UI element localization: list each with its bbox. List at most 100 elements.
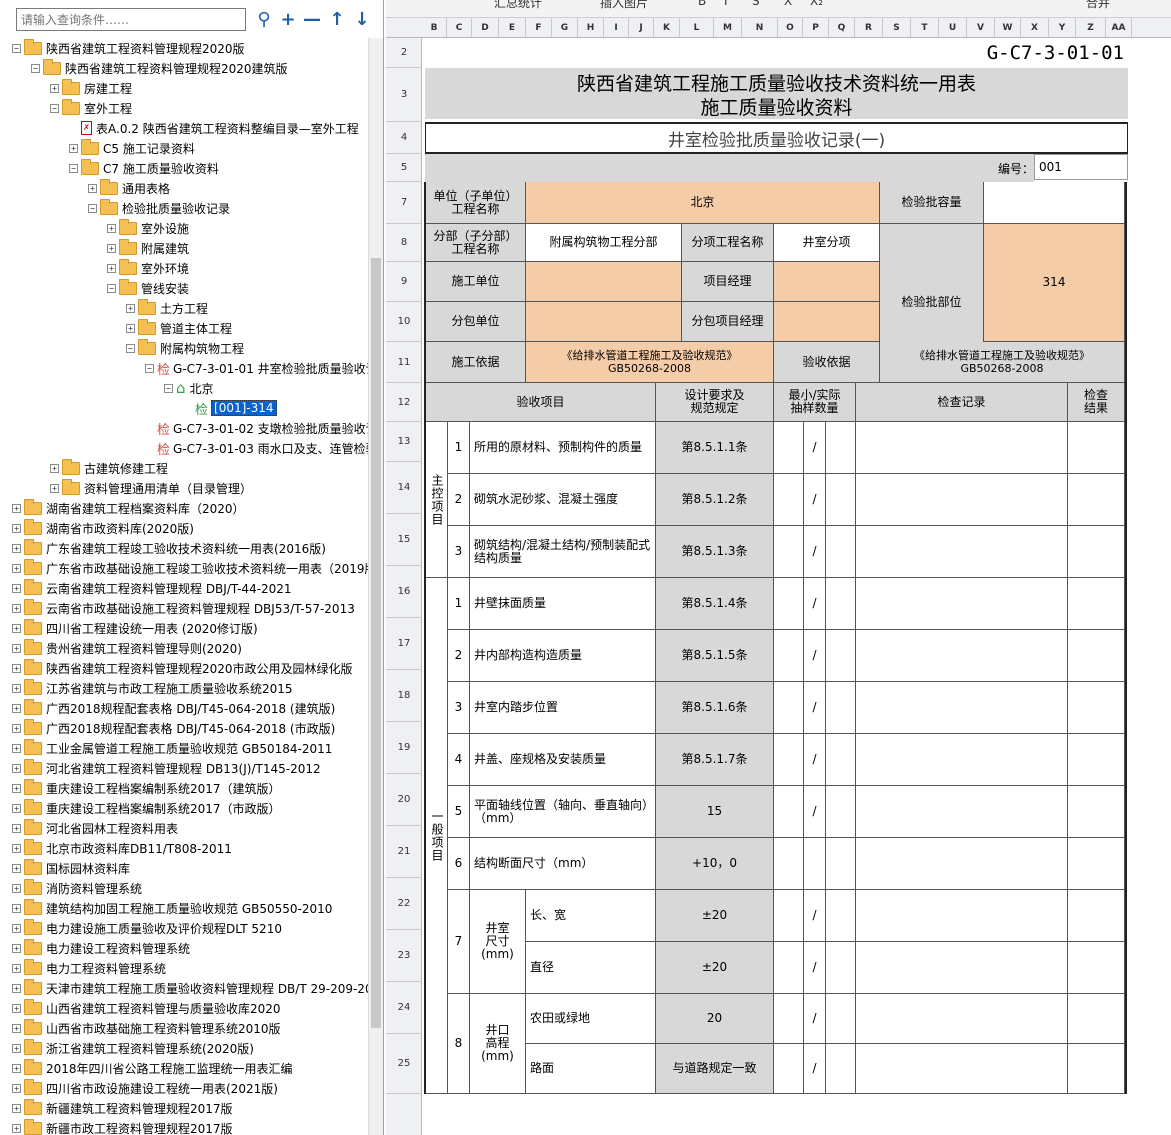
expand-icon[interactable]: + xyxy=(12,1003,21,1013)
ribbon-item[interactable]: X₂ xyxy=(810,0,823,8)
column-header[interactable]: H xyxy=(578,18,604,38)
general-item-req[interactable]: 第8.5.1.7条 xyxy=(656,734,774,786)
main-item-record[interactable] xyxy=(856,526,1068,578)
general-item-req[interactable]: 15 xyxy=(656,786,774,838)
expand-icon[interactable]: + xyxy=(12,1083,21,1093)
expand-icon[interactable]: + xyxy=(12,743,21,753)
expand-icon[interactable]: + xyxy=(50,83,59,93)
expand-icon[interactable]: + xyxy=(12,763,21,773)
general-item-result[interactable] xyxy=(1068,578,1125,630)
expand-icon[interactable]: + xyxy=(12,603,21,613)
expand-icon[interactable]: + xyxy=(107,223,116,233)
tree-item[interactable]: + 国标园林资料库 xyxy=(12,858,130,878)
general-item-sample-actual[interactable] xyxy=(826,734,856,786)
column-header[interactable]: Z xyxy=(1076,18,1106,38)
general-item-name[interactable]: 井室内踏步位置 xyxy=(470,682,656,734)
pm-label[interactable]: 项目经理 xyxy=(682,262,774,302)
general-item-record[interactable] xyxy=(856,630,1068,682)
column-header[interactable]: V xyxy=(967,18,995,38)
minus-icon[interactable]: — xyxy=(302,8,322,30)
tree-item[interactable]: − 检验批质量验收记录 xyxy=(88,198,230,218)
collapse-icon[interactable]: − xyxy=(69,163,78,173)
item7-slash[interactable]: / xyxy=(804,942,826,994)
add-icon[interactable]: + xyxy=(278,8,298,30)
expand-icon[interactable]: + xyxy=(12,843,21,853)
search-input[interactable] xyxy=(16,8,246,31)
tree-scrollbar[interactable] xyxy=(368,38,383,1135)
tree-item[interactable]: + 消防资料管理系统 xyxy=(12,878,142,898)
hdr-sample[interactable]: 最小/实际 抽样数量 xyxy=(774,383,856,422)
tree-item[interactable]: + 房建工程 xyxy=(50,78,132,98)
general-item-name[interactable]: 井壁抹面质量 xyxy=(470,578,656,630)
tree-item[interactable]: − 管线安装 xyxy=(107,278,189,298)
expand-icon[interactable]: + xyxy=(12,803,21,813)
general-item-name[interactable]: 平面轴线位置（轴向、垂直轴向）（mm） xyxy=(470,786,656,838)
general-item-sample-min[interactable] xyxy=(774,838,804,890)
row-header[interactable]: 13 xyxy=(386,422,422,462)
item8-sub-name[interactable]: 农田或绿地 xyxy=(526,994,656,1044)
ribbon-item[interactable]: 合并 xyxy=(1086,0,1110,11)
expand-icon[interactable]: + xyxy=(12,563,21,573)
tree-item[interactable]: + 管道主体工程 xyxy=(126,318,232,338)
collapse-icon[interactable]: − xyxy=(31,63,40,73)
unit-value[interactable]: 北京 xyxy=(526,182,880,224)
pm-value[interactable] xyxy=(774,262,880,302)
column-header[interactable]: S xyxy=(883,18,911,38)
item8-slash[interactable]: / xyxy=(804,994,826,1044)
expand-icon[interactable]: + xyxy=(12,903,21,913)
column-header[interactable]: J xyxy=(629,18,654,38)
general-item-no[interactable]: 6 xyxy=(448,838,470,890)
row-header[interactable]: 10 xyxy=(386,302,422,342)
expand-icon[interactable]: + xyxy=(12,883,21,893)
tree-item[interactable]: + 湖南省建筑工程档案资料库（2020） xyxy=(12,498,245,518)
main-item-name[interactable]: 砌筑水泥砂浆、混凝土强度 xyxy=(470,474,656,526)
expand-icon[interactable]: + xyxy=(12,923,21,933)
general-item-result[interactable] xyxy=(1068,734,1125,786)
row-header[interactable]: 22 xyxy=(386,878,422,930)
collapse-icon[interactable]: − xyxy=(12,43,21,53)
tree-item[interactable]: 检 G-C7-3-01-02 支墩检验批质量验收记录 xyxy=(145,418,368,438)
tree-item[interactable]: + 室外环境 xyxy=(107,258,189,278)
expand-icon[interactable]: + xyxy=(12,1063,21,1073)
tree-item[interactable]: + 广东省市政基础设施工程竣工验收技术资料统一用表（2019版） xyxy=(12,558,368,578)
row-header[interactable]: 7 xyxy=(386,182,422,224)
general-item-slash[interactable]: / xyxy=(804,734,826,786)
tree-item[interactable]: + 工业金属管道工程施工质量验收规范 GB50184-2011 xyxy=(12,738,332,758)
main-item-name[interactable]: 砌筑结构/混凝土结构/预制装配式结构质量 xyxy=(470,526,656,578)
hdr-item[interactable]: 验收项目 xyxy=(426,383,656,422)
ribbon-item[interactable]: B xyxy=(698,0,706,8)
tree-item[interactable]: + 新疆市政工程资料管理规程2017版 xyxy=(12,1118,233,1135)
main-item-sample-actual[interactable] xyxy=(826,422,856,474)
item7-record[interactable] xyxy=(856,942,1068,994)
expand-icon[interactable]: + xyxy=(12,783,21,793)
subcontractor-value[interactable] xyxy=(526,302,682,342)
collapse-icon[interactable]: − xyxy=(107,283,116,293)
basis-value[interactable]: 《给排水管道工程施工及验收规范》 GB50268-2008 xyxy=(526,342,774,383)
main-item-no[interactable]: 3 xyxy=(448,526,470,578)
tree-item[interactable]: + 山西省建筑工程资料管理与质量验收库2020 xyxy=(12,998,281,1018)
general-item-req[interactable]: 第8.5.1.6条 xyxy=(656,682,774,734)
column-header[interactable]: Q xyxy=(829,18,855,38)
item-value[interactable]: 井室分项 xyxy=(774,224,880,262)
constructor-value[interactable] xyxy=(526,262,682,302)
expand-icon[interactable]: + xyxy=(12,543,21,553)
collapse-icon[interactable]: − xyxy=(88,203,97,213)
up-arrow-icon[interactable]: ↑ xyxy=(327,8,347,30)
column-header[interactable]: K xyxy=(654,18,680,38)
tree-item[interactable]: + 湖南省市政资料库(2020版) xyxy=(12,518,194,538)
expand-icon[interactable]: + xyxy=(12,723,21,733)
tree-item[interactable]: + 河北省建筑工程资料管理规程 DB13(J)/T145-2012 xyxy=(12,758,321,778)
tree-item[interactable]: − 检 G-C7-3-01-01 井室检验批质量验收记录 xyxy=(145,358,368,378)
expand-icon[interactable]: + xyxy=(50,483,59,493)
column-header[interactable]: L xyxy=(680,18,714,38)
main-item-result[interactable] xyxy=(1068,422,1125,474)
row-header[interactable]: 3 xyxy=(386,68,422,122)
main-item-slash[interactable]: / xyxy=(804,422,826,474)
general-item-name[interactable]: 井内部构造构造质量 xyxy=(470,630,656,682)
item7-sample-min[interactable] xyxy=(774,942,804,994)
general-item-result[interactable] xyxy=(1068,630,1125,682)
tree-item[interactable]: + C5 施工记录资料 xyxy=(69,138,195,158)
tree-item[interactable]: + 电力工程资料管理系统 xyxy=(12,958,166,978)
item8-sub-req[interactable]: 20 xyxy=(656,994,774,1044)
expand-icon[interactable]: + xyxy=(12,1103,21,1113)
